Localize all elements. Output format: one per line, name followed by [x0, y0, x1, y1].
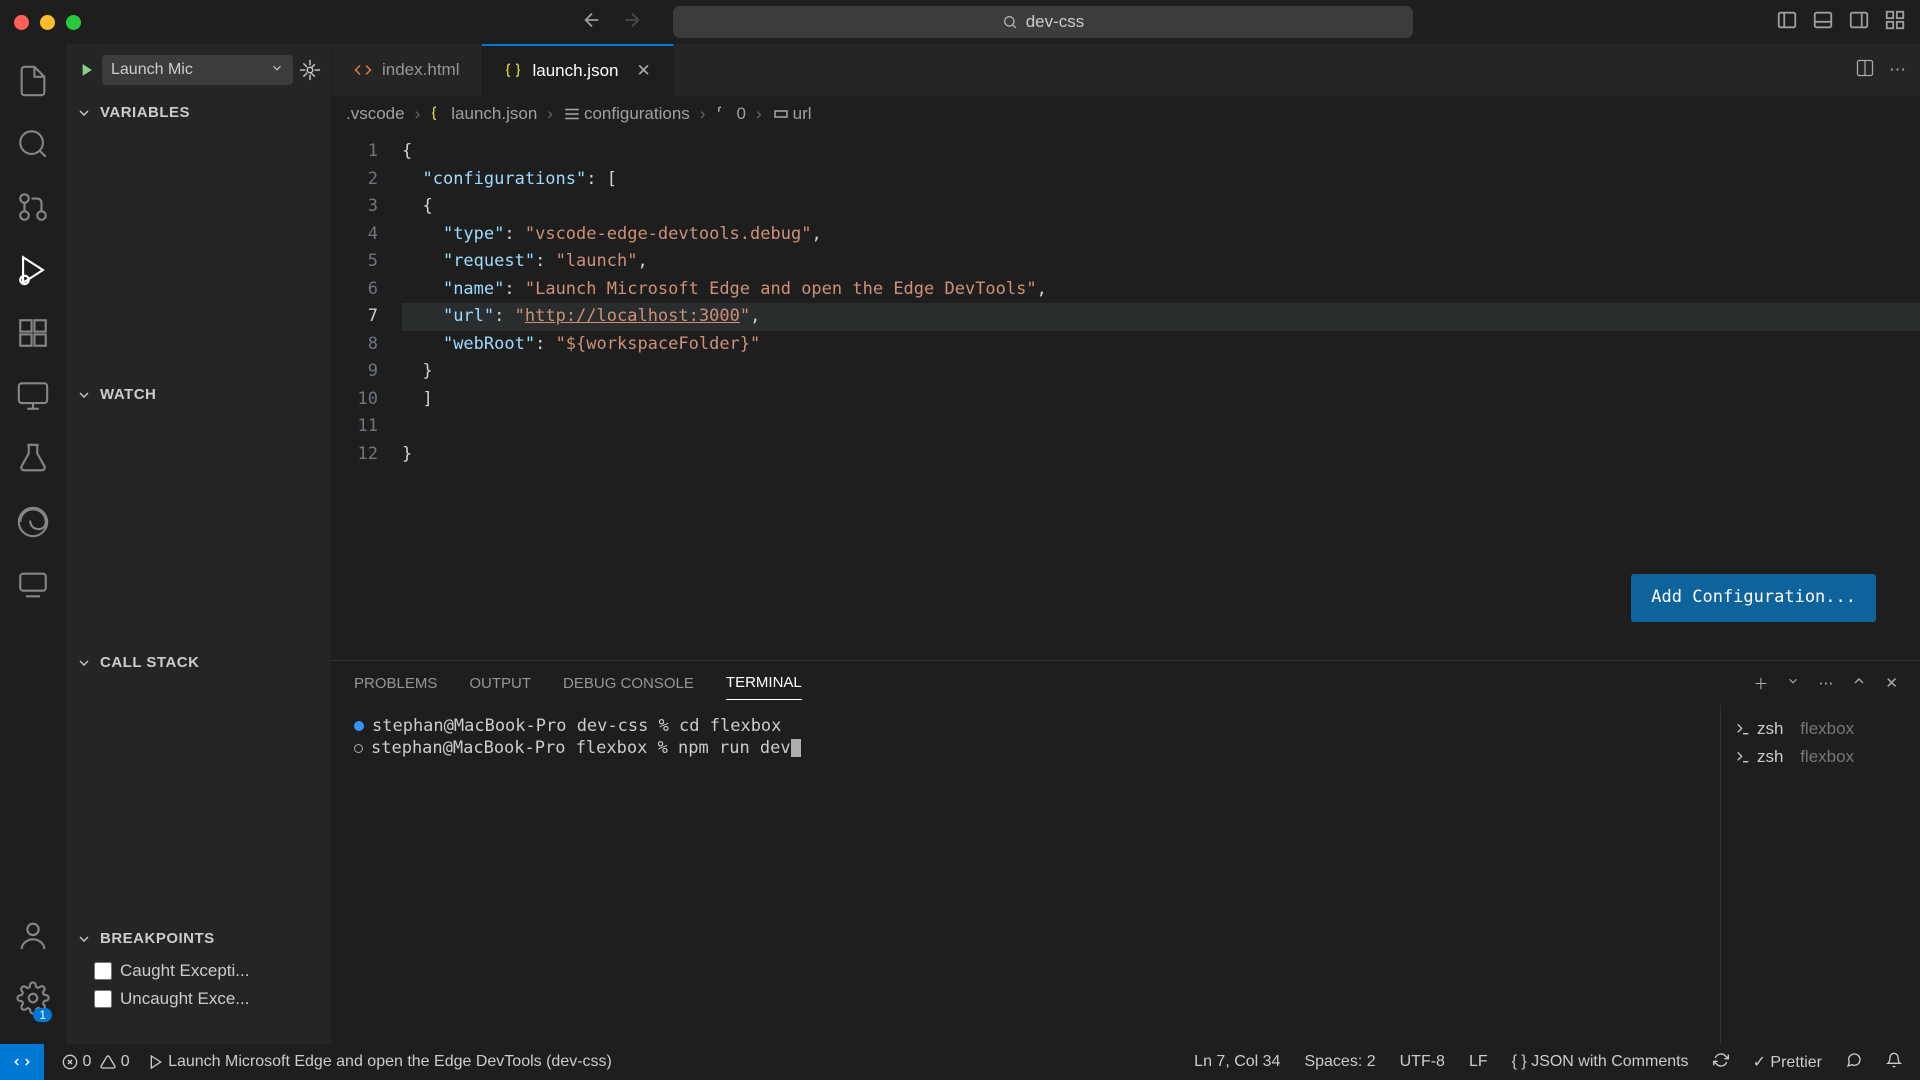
breakpoint-checkbox[interactable] [94, 990, 112, 1008]
status-sync-icon[interactable] [1713, 1052, 1729, 1073]
tab-label: launch.json [532, 61, 618, 81]
window-controls [14, 15, 81, 30]
settings-badge: 1 [33, 1008, 52, 1022]
tab-terminal[interactable]: TERMINAL [726, 666, 802, 700]
terminal-cursor [791, 739, 801, 757]
chevron-down-icon [270, 61, 284, 80]
edge-icon[interactable] [16, 505, 50, 544]
terminal-more-icon[interactable]: ⋯ [1818, 674, 1833, 692]
terminal-status-icon [354, 721, 364, 731]
new-terminal-icon[interactable]: ＋ [1753, 673, 1768, 694]
status-bell-icon[interactable] [1886, 1052, 1902, 1073]
callstack-header[interactable]: CALL STACK [66, 644, 331, 681]
minimize-window[interactable] [40, 15, 55, 30]
terminal-dropdown-icon[interactable] [1786, 674, 1800, 692]
tab-label: index.html [382, 60, 459, 80]
titlebar: dev-css [0, 0, 1920, 44]
variables-header[interactable]: VARIABLES [66, 94, 331, 131]
watch-label: WATCH [100, 386, 156, 403]
settings-icon[interactable]: 1 [16, 981, 50, 1020]
breadcrumb-index[interactable]: 0 [736, 104, 745, 124]
variables-label: VARIABLES [100, 104, 190, 121]
watch-header[interactable]: WATCH [66, 376, 331, 413]
terminal-list-item[interactable]: zsh flexbox [1735, 743, 1906, 771]
split-editor-icon[interactable] [1855, 58, 1875, 83]
terminal-status-icon [354, 744, 363, 753]
status-problems[interactable]: 0 0 [62, 1053, 130, 1071]
close-window[interactable] [14, 15, 29, 30]
layout-sidebar-right-icon[interactable] [1848, 9, 1870, 36]
remote-indicator[interactable] [0, 1044, 44, 1080]
back-icon[interactable] [581, 9, 603, 36]
tab-debug-console[interactable]: DEBUG CONSOLE [563, 667, 694, 700]
terminal-list: zsh flexbox zsh flexbox [1720, 705, 1920, 1044]
launch-config-select[interactable]: Launch Mic [102, 55, 293, 85]
testing-icon[interactable] [16, 442, 50, 481]
breadcrumb-folder[interactable]: .vscode [346, 104, 405, 124]
status-language[interactable]: { } JSON with Comments [1512, 1053, 1689, 1071]
layout-panel-icon[interactable] [1812, 9, 1834, 36]
more-actions-icon[interactable]: ⋯ [1889, 60, 1906, 80]
close-tab-icon[interactable]: ✕ [637, 61, 651, 81]
status-prettier[interactable]: ✓ Prettier [1753, 1052, 1822, 1072]
accounts-icon[interactable] [16, 918, 50, 957]
callstack-label: CALL STACK [100, 654, 199, 671]
open-launch-json-icon[interactable] [299, 59, 321, 81]
run-debug-sidebar: Launch Mic VARIABLES WATCH CALL STACK [66, 44, 332, 1044]
command-center[interactable]: dev-css [673, 6, 1413, 38]
remote-explorer-icon[interactable] [16, 379, 50, 418]
json-file-icon [504, 62, 522, 80]
launch-config-label: Launch Mic [111, 61, 193, 79]
editor-area: index.html launch.json ✕ ⋯ .vscode › lau… [332, 44, 1920, 1044]
search-icon[interactable] [16, 127, 50, 166]
breakpoint-item[interactable]: Uncaught Exce... [66, 985, 331, 1013]
run-debug-icon[interactable] [16, 253, 50, 292]
statusbar: 0 0 Launch Microsoft Edge and open the E… [0, 1044, 1920, 1080]
json-file-icon [430, 105, 448, 123]
breakpoints-header[interactable]: BREAKPOINTS [66, 920, 331, 957]
nav-history [581, 9, 643, 36]
tab-output[interactable]: OUTPUT [469, 667, 531, 700]
breakpoint-checkbox[interactable] [94, 962, 112, 980]
maximize-panel-icon[interactable] [1851, 673, 1867, 693]
close-panel-icon[interactable]: ✕ [1885, 674, 1898, 692]
forward-icon[interactable] [621, 9, 643, 36]
tab-launch-json[interactable]: launch.json ✕ [482, 44, 673, 96]
search-icon [1002, 14, 1018, 30]
maximize-window[interactable] [66, 15, 81, 30]
source-control-icon[interactable] [16, 190, 50, 229]
breadcrumb[interactable]: .vscode › launch.json › configurations ›… [332, 96, 1920, 132]
activity-bar: 1 [0, 44, 66, 1044]
explorer-icon[interactable] [16, 64, 50, 103]
breadcrumb-configs[interactable]: configurations [584, 104, 690, 124]
database-icon[interactable] [16, 568, 50, 607]
layout-sidebar-left-icon[interactable] [1776, 9, 1798, 36]
breakpoint-item[interactable]: Caught Excepti... [66, 957, 331, 985]
editor[interactable]: 123456789101112 { "configurations": [ { … [332, 132, 1920, 660]
add-configuration-button[interactable]: Add Configuration... [1631, 574, 1876, 622]
line-gutter: 123456789101112 [332, 132, 402, 660]
html-file-icon [354, 61, 372, 79]
breakpoint-label: Caught Excepti... [120, 961, 249, 981]
status-debug-target[interactable]: Launch Microsoft Edge and open the Edge … [148, 1053, 612, 1071]
extensions-icon[interactable] [16, 316, 50, 355]
terminal[interactable]: stephan@MacBook-Pro dev-css % cd flexbox… [332, 705, 1720, 1044]
status-feedback-icon[interactable] [1846, 1052, 1862, 1073]
layout-customize-icon[interactable] [1884, 9, 1906, 36]
search-text: dev-css [1026, 12, 1085, 32]
status-indent[interactable]: Spaces: 2 [1304, 1053, 1375, 1071]
breadcrumb-file[interactable]: launch.json [451, 104, 537, 124]
status-eol[interactable]: LF [1469, 1053, 1488, 1071]
breakpoints-label: BREAKPOINTS [100, 930, 215, 947]
status-cursor-position[interactable]: Ln 7, Col 34 [1194, 1053, 1280, 1071]
status-encoding[interactable]: UTF-8 [1400, 1053, 1445, 1071]
breakpoint-label: Uncaught Exce... [120, 989, 249, 1009]
terminal-list-item[interactable]: zsh flexbox [1735, 715, 1906, 743]
breadcrumb-url[interactable]: url [793, 104, 812, 124]
start-debug-icon[interactable] [76, 60, 96, 80]
tab-problems[interactable]: PROBLEMS [354, 667, 437, 700]
tab-index-html[interactable]: index.html [332, 44, 482, 96]
